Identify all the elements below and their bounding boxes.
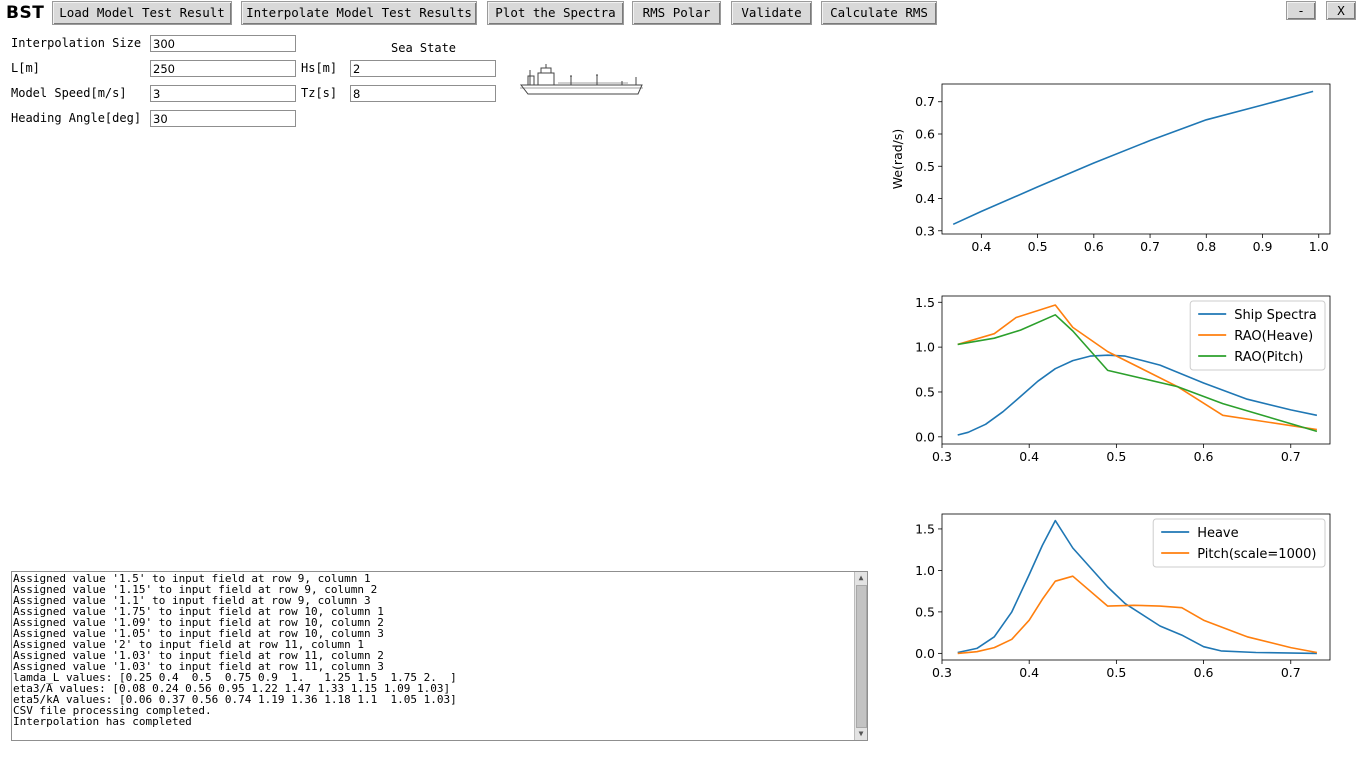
log-line: Interpolation has completed: [13, 715, 192, 728]
x-tick-label: 0.9: [1253, 239, 1273, 254]
sea-state-title: Sea State: [391, 41, 457, 55]
close-button[interactable]: X: [1326, 1, 1356, 20]
minimize-button[interactable]: -: [1286, 1, 1316, 20]
plot-spectra-button[interactable]: Plot the Spectra: [487, 1, 624, 25]
rms-polar-button[interactable]: RMS Polar: [632, 1, 721, 25]
x-tick-label: 0.5: [1106, 449, 1126, 464]
y-tick-label: 0.3: [915, 223, 935, 238]
tz-input[interactable]: [350, 85, 496, 102]
scroll-down-arrow-icon[interactable]: ▼: [855, 728, 867, 740]
y-axis-label: We(rad/s): [890, 129, 905, 190]
legend-label: Heave: [1197, 526, 1238, 541]
x-tick-label: 0.6: [1194, 449, 1214, 464]
x-tick-label: 0.4: [1019, 665, 1039, 680]
y-tick-label: 1.5: [915, 521, 935, 536]
log-output[interactable]: Assigned value '1.5' to input field at r…: [11, 571, 868, 741]
y-tick-label: 0.4: [915, 191, 935, 206]
app-logo: BST: [6, 3, 45, 23]
x-tick-label: 0.7: [1281, 665, 1301, 680]
x-tick-label: 0.7: [1281, 449, 1301, 464]
encounter-frequency-chart: 0.4 0.5 0.6 0.7 0.8 0.9 1.0 0.3 0.4 0.5 0.6 0.7 We(r…: [890, 83, 1331, 254]
x-tick-label: 0.4: [971, 239, 991, 254]
legend-label: RAO(Pitch): [1234, 350, 1303, 365]
hs-input[interactable]: [350, 60, 496, 77]
y-tick-label: 0.5: [915, 604, 935, 619]
legend-label: RAO(Heave): [1234, 329, 1313, 344]
x-tick-label: 0.6: [1194, 665, 1214, 680]
y-tick-label: 1.0: [915, 340, 935, 355]
y-tick-label: 0.0: [915, 646, 935, 661]
scroll-up-arrow-icon[interactable]: ▲: [855, 572, 867, 584]
x-tick-label: 0.6: [1084, 239, 1104, 254]
validate-button[interactable]: Validate: [731, 1, 812, 25]
x-tick-label: 0.3: [932, 449, 952, 464]
model-speed-label: Model Speed[m/s]: [11, 86, 127, 100]
log-scrollbar[interactable]: ▲ ▼: [854, 572, 867, 740]
y-tick-label: 0.5: [915, 159, 935, 174]
y-tick-label: 1.5: [915, 295, 935, 310]
interpolation-size-label: Interpolation Size: [11, 36, 142, 50]
x-tick-label: 0.8: [1196, 239, 1216, 254]
log-text: Assigned value '1.5' to input field at r…: [13, 573, 457, 727]
interpolation-size-input[interactable]: [150, 35, 296, 52]
legend-label: Pitch(scale=1000): [1197, 547, 1316, 562]
ship-icon: [519, 64, 643, 95]
y-tick-label: 1.0: [915, 563, 935, 578]
y-tick-label: 0.0: [915, 429, 935, 444]
calculate-rms-button[interactable]: Calculate RMS: [821, 1, 937, 25]
interpolate-button[interactable]: Interpolate Model Test Results: [241, 1, 477, 25]
x-tick-label: 0.5: [1028, 239, 1048, 254]
hs-label: Hs[m]: [301, 61, 338, 75]
x-tick-label: 0.4: [1019, 449, 1039, 464]
scroll-thumb[interactable]: [856, 585, 867, 728]
heading-angle-input[interactable]: [150, 110, 296, 127]
series-line-1: [957, 575, 1318, 655]
heading-angle-label: Heading Angle[deg]: [11, 111, 142, 125]
y-tick-label: 0.7: [915, 94, 935, 109]
response-spectra-chart: 0.3 0.4 0.5 0.6 0.7 0.0 0.5 1.0 1.5 Heave Pitch(sc…: [915, 513, 1331, 680]
x-tick-label: 0.3: [932, 665, 952, 680]
y-tick-label: 0.5: [915, 384, 935, 399]
tz-label: Tz[s]: [301, 86, 338, 100]
model-speed-input[interactable]: [150, 85, 296, 102]
y-tick-label: 0.6: [915, 127, 935, 142]
x-tick-label: 0.5: [1106, 665, 1126, 680]
length-label: L[m]: [11, 61, 40, 75]
plot-frame: [941, 83, 1331, 235]
x-tick-label: 1.0: [1309, 239, 1329, 254]
spectra-rao-chart: 0.3 0.4 0.5 0.6 0.7 0.0 0.5 1.0 1.5 Ship Spectra R…: [915, 295, 1331, 464]
load-model-test-result-button[interactable]: Load Model Test Result: [52, 1, 232, 25]
legend-label: Ship Spectra: [1234, 308, 1317, 323]
series-line-0: [952, 90, 1314, 226]
length-input[interactable]: [150, 60, 296, 77]
x-tick-label: 0.7: [1140, 239, 1160, 254]
